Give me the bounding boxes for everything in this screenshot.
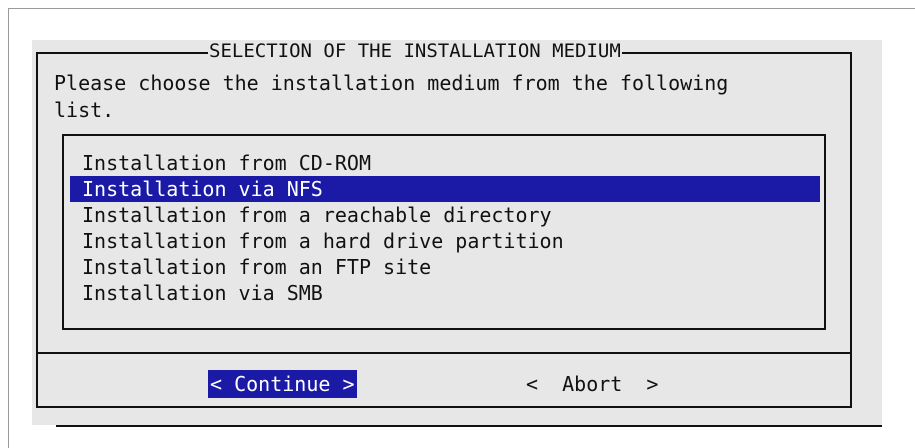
list-item-cdrom[interactable]: Installation from CD-ROM [70, 150, 820, 176]
dialog-shadow [56, 425, 882, 427]
list-item-hard-drive[interactable]: Installation from a hard drive partition [70, 228, 820, 254]
list-item-directory[interactable]: Installation from a reachable directory [70, 202, 820, 228]
list-item-nfs[interactable]: Installation via NFS [70, 176, 820, 202]
dialog-prompt: Please choose the installation medium fr… [54, 71, 729, 122]
medium-list[interactable]: Installation from CD-ROM Installation vi… [62, 134, 826, 330]
list-item-smb[interactable]: Installation via SMB [70, 280, 820, 306]
button-separator [38, 352, 850, 354]
list-item-ftp[interactable]: Installation from an FTP site [70, 254, 820, 280]
terminal-screen: SELECTION OF THE INSTALLATION MEDIUM Ple… [32, 40, 882, 425]
dialog-title: SELECTION OF THE INSTALLATION MEDIUM [208, 40, 622, 62]
continue-button[interactable]: < Continue > [208, 370, 357, 398]
abort-button[interactable]: < Abort > [526, 370, 658, 398]
